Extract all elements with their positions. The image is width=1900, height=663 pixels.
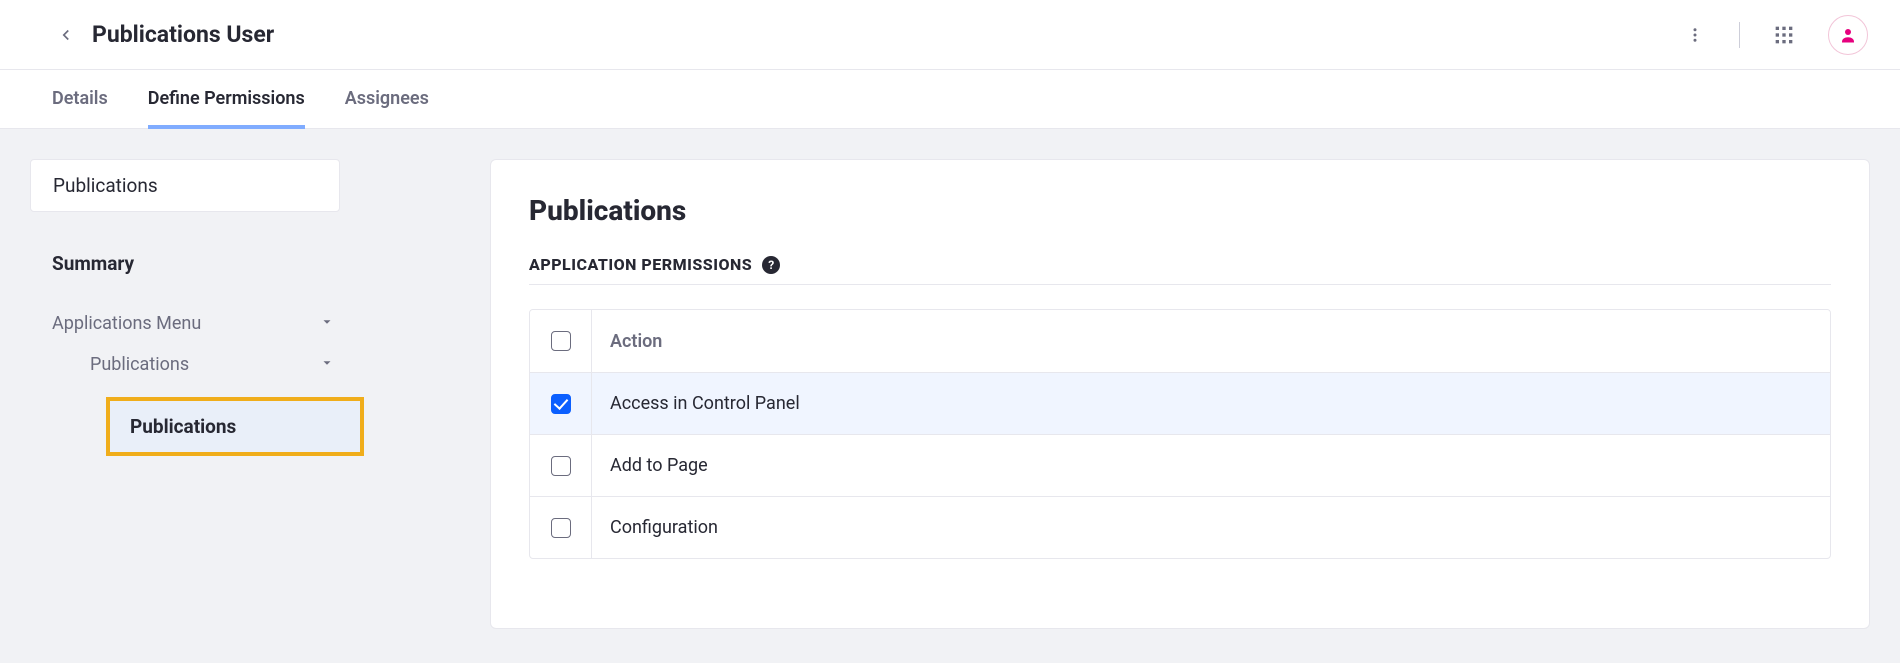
topbar-actions (1677, 15, 1868, 55)
sidebar-item-label: Publications (90, 354, 189, 375)
section-label: Application Permissions (529, 255, 752, 274)
kebab-icon (1686, 26, 1704, 44)
caret-down-icon (320, 354, 334, 375)
tab-bar: Details Define Permissions Assignees (0, 70, 1900, 129)
user-avatar-button[interactable] (1828, 15, 1868, 55)
column-header-action: Action (592, 331, 662, 352)
table-header-row: Action (530, 310, 1830, 372)
row-checkbox-cell (530, 497, 592, 558)
divider (1739, 22, 1740, 48)
table-row: Access in Control Panel (530, 372, 1830, 434)
permissions-panel: Publications Application Permissions ? A… (490, 159, 1870, 629)
sidebar-item-applications-menu[interactable]: Applications Menu (52, 303, 340, 344)
sidebar-item-label: Applications Menu (52, 313, 201, 334)
chevron-left-icon (57, 26, 75, 44)
section-header-application-permissions: Application Permissions ? (529, 255, 1831, 285)
content-area: Publications Summary Applications Menu P… (0, 129, 1900, 663)
sidebar: Publications Summary Applications Menu P… (30, 159, 340, 456)
row-checkbox-cell (530, 435, 592, 496)
help-icon[interactable]: ? (762, 256, 780, 274)
user-icon (1839, 26, 1857, 44)
sidebar-nav: Summary Applications Menu Publications P… (30, 252, 340, 456)
permission-label: Configuration (592, 517, 718, 538)
permissions-table: Action Access in Control Panel Add to Pa… (529, 309, 1831, 559)
sidebar-item-label: Publications (130, 415, 236, 438)
tab-define-permissions[interactable]: Define Permissions (148, 70, 305, 129)
caret-down-icon (320, 313, 334, 334)
tab-assignees[interactable]: Assignees (345, 70, 429, 129)
permission-checkbox-access-control-panel[interactable] (551, 394, 571, 414)
permission-label: Add to Page (592, 455, 708, 476)
page-title: Publications User (92, 21, 274, 48)
permission-checkbox-add-to-page[interactable] (551, 456, 571, 476)
permission-checkbox-configuration[interactable] (551, 518, 571, 538)
apps-grid-icon (1774, 25, 1794, 45)
panel-title: Publications (529, 194, 1831, 227)
back-button[interactable] (48, 17, 84, 53)
select-all-cell (530, 310, 592, 372)
tab-details[interactable]: Details (52, 70, 108, 129)
apps-menu-button[interactable] (1766, 17, 1802, 53)
options-menu-button[interactable] (1677, 17, 1713, 53)
table-row: Add to Page (530, 434, 1830, 496)
sidebar-search-card[interactable]: Publications (30, 159, 340, 212)
table-row: Configuration (530, 496, 1830, 558)
sidebar-item-publications-group[interactable]: Publications (52, 344, 340, 385)
row-checkbox-cell (530, 373, 592, 434)
sidebar-item-publications-selected[interactable]: Publications (106, 397, 364, 456)
permission-label: Access in Control Panel (592, 393, 800, 414)
sidebar-summary-heading: Summary (52, 252, 340, 275)
select-all-checkbox[interactable] (551, 331, 571, 351)
topbar: Publications User (0, 0, 1900, 70)
